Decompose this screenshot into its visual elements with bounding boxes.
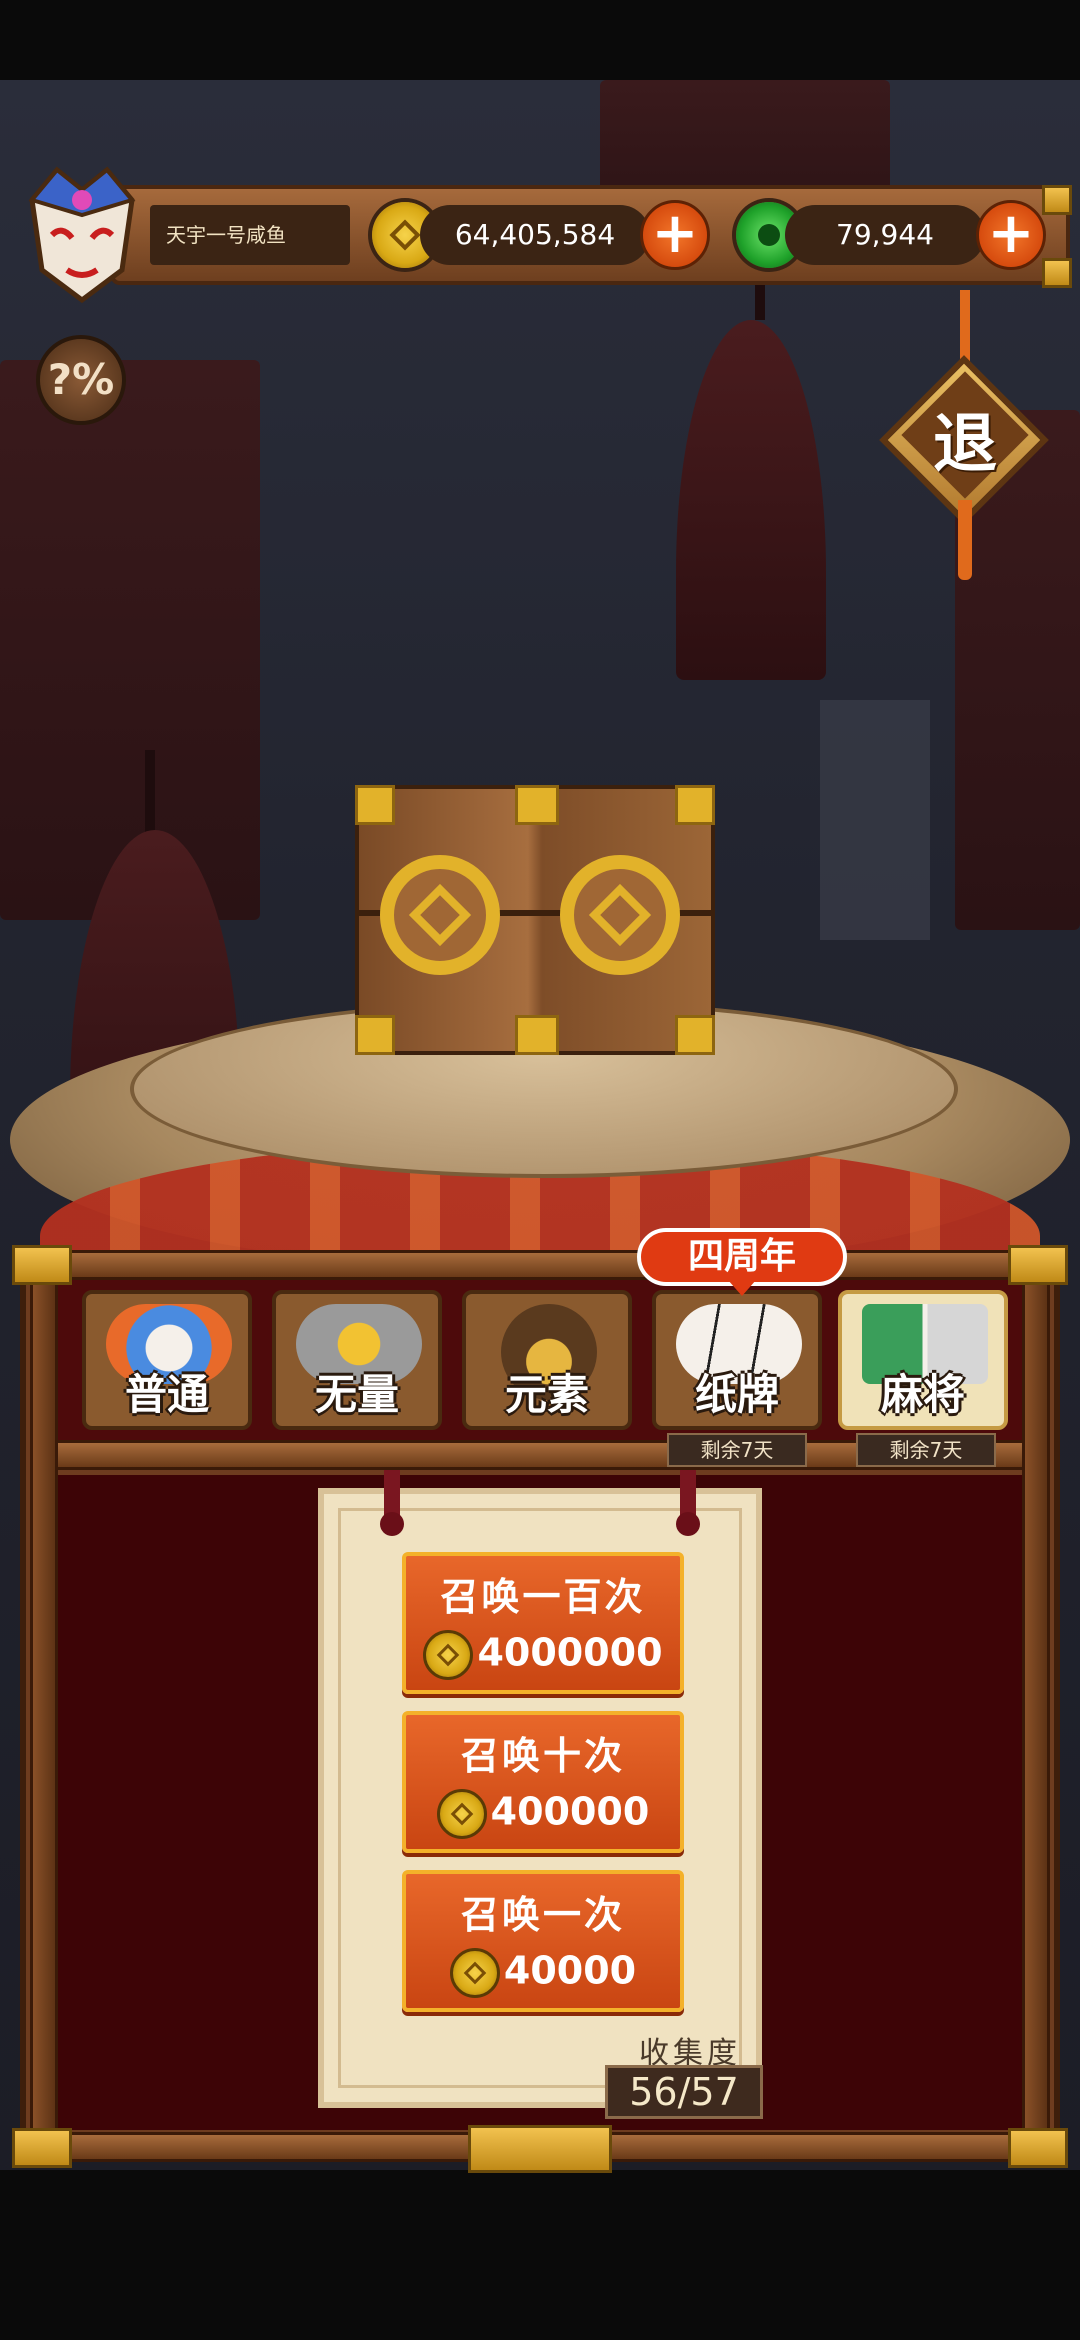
probability-button[interactable]: ?% xyxy=(36,335,126,425)
mahjong-remaining-badge: 剩余7天 xyxy=(856,1433,996,1467)
tassel-center xyxy=(676,320,826,680)
corner-bolt xyxy=(1042,185,1072,215)
card-pin xyxy=(676,1470,700,1536)
tab-mahjong[interactable]: 麻将 xyxy=(838,1290,1008,1430)
anniversary-badge: 四周年 xyxy=(637,1228,847,1286)
tab-wuliang[interactable]: 无量 xyxy=(272,1290,442,1430)
summon-100-title: 召唤一百次 xyxy=(440,1575,646,1619)
bottom-clasp xyxy=(468,2125,612,2173)
tab-normal[interactable]: 普通 xyxy=(82,1290,252,1430)
tab-element[interactable]: 元素 xyxy=(462,1290,632,1430)
summon-100-button[interactable]: 召唤一百次 4000000 xyxy=(402,1552,684,1694)
summon-10-cost: 400000 xyxy=(406,1789,680,1839)
coin-icon xyxy=(436,1789,487,1839)
cards-remaining-badge: 剩余7天 xyxy=(667,1433,807,1467)
tab-mahjong-label: 麻将 xyxy=(880,1370,965,1419)
summon-10-title: 召唤十次 xyxy=(460,1734,625,1778)
curtain-left xyxy=(0,360,260,920)
coin-emblem-icon xyxy=(560,855,680,975)
corner-bolt xyxy=(1042,258,1072,288)
tab-wuliang-label: 无量 xyxy=(314,1370,399,1419)
coin-balance: 64,405,584 xyxy=(420,205,650,265)
tab-element-label: 元素 xyxy=(504,1370,589,1419)
rail-top xyxy=(20,1250,1060,1280)
summon-100-cost: 4000000 xyxy=(406,1630,680,1680)
coin-icon xyxy=(423,1630,474,1680)
exit-label[interactable]: 退 xyxy=(890,400,1040,490)
anniversary-badge-pointer xyxy=(728,1280,756,1296)
summon-1-cost: 40000 xyxy=(406,1948,680,1998)
add-gems-button[interactable]: + xyxy=(976,200,1046,270)
player-avatar[interactable] xyxy=(12,160,152,310)
tab-normal-label: 普通 xyxy=(124,1370,209,1419)
coin-icon xyxy=(449,1948,500,1998)
player-name: 天宇一号咸鱼 xyxy=(150,205,350,265)
collection-progress: 56/57 xyxy=(605,2065,763,2119)
card-pin xyxy=(380,1470,404,1536)
summon-1-title: 召唤一次 xyxy=(460,1893,625,1937)
coin-emblem-icon xyxy=(380,855,500,975)
tab-cards-label: 纸牌 xyxy=(694,1370,779,1419)
summon-10-button[interactable]: 召唤十次 400000 xyxy=(402,1711,684,1853)
add-coins-button[interactable]: + xyxy=(640,200,710,270)
tab-cards[interactable]: 纸牌 xyxy=(652,1290,822,1430)
summon-1-button[interactable]: 召唤一次 40000 xyxy=(402,1870,684,2012)
exit-button[interactable]: 退 xyxy=(879,290,1050,580)
gem-balance: 79,944 xyxy=(785,205,985,265)
